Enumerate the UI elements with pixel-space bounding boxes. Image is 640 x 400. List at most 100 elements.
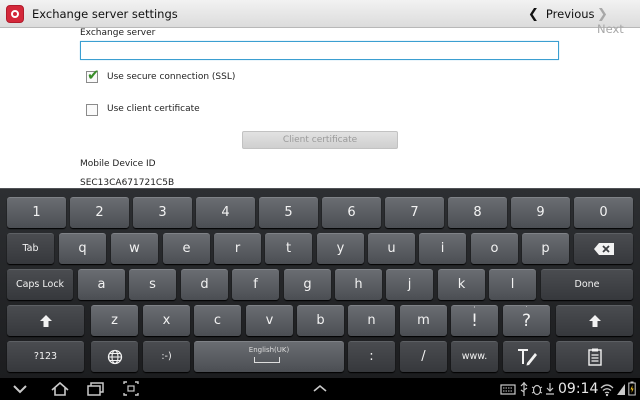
key-6[interactable]: 6 bbox=[322, 197, 381, 228]
space-bar-language: English(UK) bbox=[248, 346, 290, 354]
key-v[interactable]: v bbox=[246, 305, 293, 336]
key-0[interactable]: 0 bbox=[574, 197, 633, 228]
key-q[interactable]: q bbox=[59, 233, 106, 264]
key-comma-hint: , bbox=[473, 301, 476, 309]
checkmark-icon: ✔ bbox=[87, 66, 100, 84]
space-bar[interactable]: English(UK) bbox=[194, 341, 344, 372]
key-k[interactable]: k bbox=[438, 269, 485, 300]
key-symbols[interactable]: ?123 bbox=[7, 341, 84, 372]
shift-icon bbox=[39, 315, 52, 327]
recent-apps-icon[interactable] bbox=[86, 378, 106, 400]
key-j[interactable]: j bbox=[386, 269, 433, 300]
key-2[interactable]: 2 bbox=[70, 197, 129, 228]
space-icon bbox=[254, 357, 280, 363]
exchange-server-label: Exchange server bbox=[80, 28, 156, 38]
backspace-key[interactable] bbox=[574, 233, 633, 264]
device-id-label: Mobile Device ID bbox=[80, 159, 156, 169]
key-d[interactable]: d bbox=[181, 269, 228, 300]
language-key[interactable] bbox=[91, 341, 138, 372]
screen-capture-icon[interactable] bbox=[122, 378, 140, 400]
exchange-server-field[interactable] bbox=[80, 41, 559, 63]
key-slash[interactable]: / bbox=[400, 341, 447, 372]
key-8[interactable]: 8 bbox=[448, 197, 507, 228]
key-1[interactable]: 1 bbox=[7, 197, 66, 228]
key-5[interactable]: 5 bbox=[259, 197, 318, 228]
key-4[interactable]: 4 bbox=[196, 197, 255, 228]
next-button[interactable]: ❯Next bbox=[597, 7, 640, 36]
key-exclamation-label: ! bbox=[471, 311, 478, 331]
client-certificate-checkbox[interactable] bbox=[86, 104, 98, 116]
ssl-checkbox[interactable]: ✔ bbox=[86, 66, 100, 84]
key-t[interactable]: t bbox=[265, 233, 312, 264]
key-w[interactable]: w bbox=[111, 233, 158, 264]
exchange-server-input[interactable] bbox=[81, 46, 558, 63]
key-m[interactable]: m bbox=[400, 305, 447, 336]
shift-icon bbox=[588, 315, 601, 327]
download-icon bbox=[546, 383, 554, 395]
key-colon[interactable]: : bbox=[348, 341, 395, 372]
chevron-right-icon: ❯ bbox=[597, 7, 608, 22]
ssl-label[interactable]: Use secure connection (SSL) bbox=[107, 72, 235, 82]
key-s[interactable]: s bbox=[129, 269, 176, 300]
key-l[interactable]: l bbox=[489, 269, 536, 300]
key-h[interactable]: h bbox=[335, 269, 382, 300]
screen: Exchange server settings ❮ Previous ❯Next… bbox=[0, 0, 640, 400]
key-g[interactable]: g bbox=[284, 269, 331, 300]
clipboard-icon bbox=[587, 348, 602, 366]
hide-keyboard-icon[interactable] bbox=[12, 378, 28, 400]
key-x[interactable]: x bbox=[143, 305, 190, 336]
globe-icon bbox=[107, 349, 122, 365]
key-o[interactable]: o bbox=[471, 233, 518, 264]
system-bar: 09:14 bbox=[0, 378, 640, 400]
wifi-icon bbox=[600, 384, 614, 397]
key-exclamation[interactable]: , ! bbox=[451, 301, 498, 336]
key-y[interactable]: y bbox=[317, 233, 364, 264]
key-7[interactable]: 7 bbox=[385, 197, 444, 228]
done-key[interactable]: Done bbox=[541, 269, 633, 300]
key-r[interactable]: r bbox=[214, 233, 261, 264]
backspace-icon bbox=[593, 243, 614, 255]
email-app-icon bbox=[6, 5, 24, 23]
keyboard-notification-icon bbox=[500, 384, 516, 395]
key-3[interactable]: 3 bbox=[133, 197, 192, 228]
key-question-label: ? bbox=[521, 311, 532, 331]
previous-label: Previous bbox=[545, 7, 595, 21]
key-www[interactable]: www. bbox=[451, 341, 498, 372]
clipboard-key[interactable] bbox=[556, 341, 633, 372]
key-tab[interactable]: Tab bbox=[7, 233, 54, 264]
key-f[interactable]: f bbox=[232, 269, 279, 300]
client-certificate-button: Client certificate bbox=[242, 131, 398, 149]
battery-charging-icon bbox=[628, 381, 636, 396]
next-label: Next bbox=[597, 22, 624, 36]
home-icon[interactable] bbox=[50, 378, 70, 400]
key-period-hint: . bbox=[525, 301, 528, 309]
shift-right-key[interactable] bbox=[556, 305, 633, 336]
chevron-up-icon[interactable] bbox=[311, 378, 329, 400]
action-bar: Exchange server settings ❮ Previous ❯Next bbox=[0, 0, 640, 36]
handwriting-pen-icon bbox=[517, 349, 537, 366]
page-title: Exchange server settings bbox=[32, 7, 178, 21]
chevron-left-icon: ❮ bbox=[528, 7, 539, 22]
key-z[interactable]: z bbox=[91, 305, 138, 336]
key-b[interactable]: b bbox=[297, 305, 344, 336]
key-p[interactable]: p bbox=[522, 233, 569, 264]
debug-icon bbox=[531, 384, 543, 396]
soft-keyboard: 1 2 3 4 5 6 7 8 9 0 Tab q w e r t y u i … bbox=[0, 188, 640, 378]
key-u[interactable]: u bbox=[368, 233, 415, 264]
signal-icon bbox=[617, 384, 625, 395]
client-certificate-label[interactable]: Use client certificate bbox=[107, 104, 200, 114]
shift-left-key[interactable] bbox=[7, 305, 84, 336]
key-c[interactable]: c bbox=[194, 305, 241, 336]
key-9[interactable]: 9 bbox=[511, 197, 570, 228]
usb-icon bbox=[520, 382, 528, 396]
previous-button[interactable]: ❮ Previous bbox=[528, 7, 595, 22]
key-n[interactable]: n bbox=[348, 305, 395, 336]
handwriting-key[interactable] bbox=[503, 341, 550, 372]
key-caps-lock[interactable]: Caps Lock bbox=[7, 269, 73, 300]
key-a[interactable]: a bbox=[78, 269, 125, 300]
key-e[interactable]: e bbox=[163, 233, 210, 264]
key-i[interactable]: i bbox=[419, 233, 466, 264]
key-smiley[interactable]: :-) bbox=[143, 341, 190, 372]
device-id-value: SEC13CA671721C5B bbox=[80, 178, 175, 188]
key-question[interactable]: . ? bbox=[503, 301, 550, 336]
